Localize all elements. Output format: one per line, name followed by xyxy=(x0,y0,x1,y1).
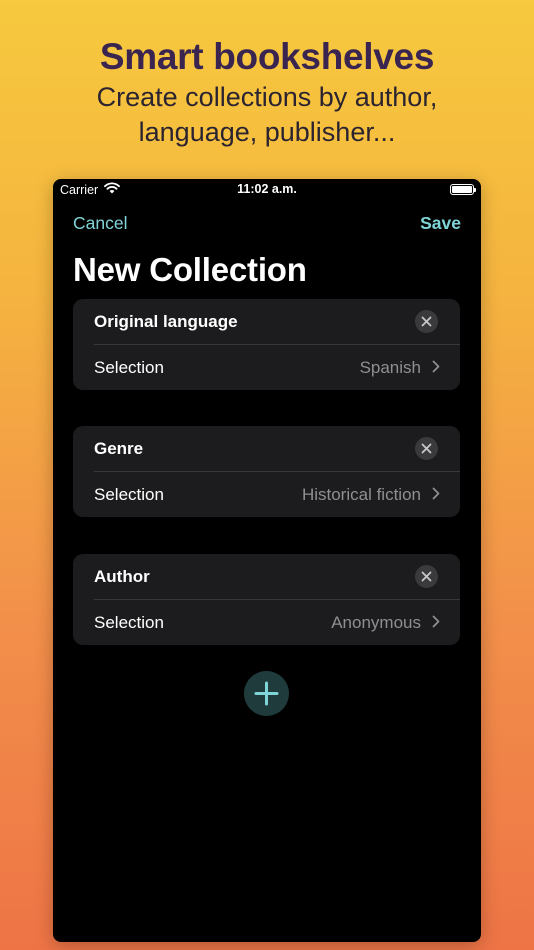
filter-card-author: Author Selection Anonymous xyxy=(73,554,460,645)
filter-card-title: Original language xyxy=(94,312,238,331)
save-button[interactable]: Save xyxy=(420,213,461,234)
selection-label: Selection xyxy=(94,613,164,632)
remove-filter-button[interactable] xyxy=(415,565,438,588)
status-bar: Carrier 11:02 a.m. xyxy=(53,179,481,201)
filter-card-title: Author xyxy=(94,567,150,586)
close-icon xyxy=(421,443,432,454)
status-time: 11:02 a.m. xyxy=(237,182,297,196)
filter-card-genre: Genre Selection Historical fiction xyxy=(73,426,460,517)
selection-row[interactable]: Selection Spanish xyxy=(73,345,460,390)
plus-icon xyxy=(254,681,279,706)
filter-card-header: Original language xyxy=(73,299,460,344)
filter-card-header: Genre xyxy=(73,426,460,471)
selection-label: Selection xyxy=(94,485,164,504)
filter-card-header: Author xyxy=(73,554,460,599)
selection-value: Anonymous xyxy=(331,613,421,632)
remove-filter-button[interactable] xyxy=(415,310,438,333)
page-title: New Collection xyxy=(73,251,307,288)
chevron-right-icon xyxy=(432,615,440,628)
selection-row[interactable]: Selection Anonymous xyxy=(73,600,460,645)
battery-icon xyxy=(450,184,476,195)
selection-value: Spanish xyxy=(359,358,421,377)
close-icon xyxy=(421,316,432,327)
selection-label: Selection xyxy=(94,358,164,377)
remove-filter-button[interactable] xyxy=(415,437,438,460)
selection-value: Historical fiction xyxy=(301,485,421,504)
close-icon xyxy=(421,571,432,582)
chevron-right-icon xyxy=(432,487,440,500)
phone-screen: Carrier 11:02 a.m. Cancel Save New Colle… xyxy=(53,179,481,942)
selection-row[interactable]: Selection Historical fiction xyxy=(73,472,460,517)
filter-card-original-language: Original language Selection Spanish xyxy=(73,299,460,390)
chevron-right-icon xyxy=(432,360,440,373)
promo-title: Smart bookshelves xyxy=(99,36,435,77)
filter-card-title: Genre xyxy=(94,439,144,458)
cancel-button[interactable]: Cancel xyxy=(73,213,127,234)
promo-subtitle: Create collections by author, language, … xyxy=(96,82,438,147)
add-filter-button[interactable] xyxy=(244,671,289,716)
